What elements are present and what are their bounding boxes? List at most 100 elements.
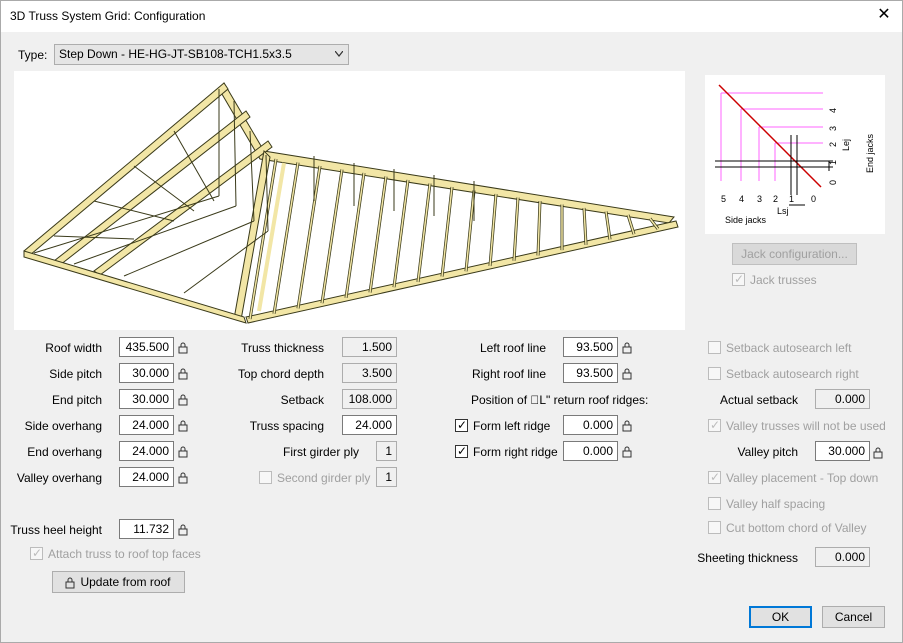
lock-icon[interactable] <box>622 420 632 432</box>
setback-autosearch-left-checkbox[interactable] <box>708 341 721 354</box>
lock-icon[interactable] <box>178 472 188 484</box>
valley-top-down-checkbox[interactable]: ✓ <box>708 470 721 484</box>
lock-icon[interactable] <box>622 446 632 458</box>
second-girder-ply-checkbox[interactable] <box>259 471 272 484</box>
x-tick-5: 5 <box>721 194 726 204</box>
cut-bottom-chord-checkbox[interactable] <box>708 521 721 534</box>
lock-icon[interactable] <box>178 524 188 536</box>
top-chord-depth-label: Top chord depth <box>237 367 324 381</box>
truss-heel-height-label: Truss heel height <box>10 523 102 537</box>
form-right-ridge-checkbox[interactable]: ✓ <box>455 444 468 458</box>
valley-half-spacing-checkbox[interactable] <box>708 497 721 510</box>
lock-icon[interactable] <box>622 368 632 380</box>
end-pitch-label: End pitch <box>51 393 102 407</box>
right-roof-line-field[interactable]: 93.500 <box>563 363 618 383</box>
jack-rafter-fill <box>489 193 497 267</box>
lock-icon[interactable] <box>622 342 632 354</box>
left-roof-line-field[interactable]: 93.500 <box>563 337 618 357</box>
truss-spacing-field[interactable]: 24.000 <box>342 415 397 435</box>
valley-overhang-field[interactable]: 24.000 <box>119 467 174 487</box>
ok-button[interactable]: OK <box>749 606 812 628</box>
end-jacks-label: End jacks <box>865 133 875 173</box>
type-dropdown[interactable]: Step Down - HE-HG-JT-SB108-TCH1.5x3.5 <box>54 44 349 65</box>
x-tick-3: 3 <box>757 194 762 204</box>
jack-rafter-fill <box>441 186 453 277</box>
setback-field: 108.000 <box>342 389 397 409</box>
cancel-button[interactable]: Cancel <box>822 606 885 628</box>
truss-thickness-label: Truss thickness <box>241 341 324 355</box>
top-chord-depth-field: 3.500 <box>342 363 397 383</box>
jack-rafter-fill <box>465 190 475 272</box>
x-tick-1: 1 <box>789 194 794 204</box>
jack-rafter-fill <box>393 179 409 288</box>
valley-overhang-label: Valley overhang <box>16 471 102 485</box>
lock-icon[interactable] <box>178 394 188 406</box>
lock-icon[interactable] <box>178 342 188 354</box>
valley-pitch-field[interactable]: 30.000 <box>815 441 870 461</box>
y-tick-1: 1 <box>828 160 838 165</box>
lock-icon[interactable] <box>873 447 883 459</box>
position-heading: Position of  L" return roof ridges: <box>471 393 649 407</box>
actual-setback-field: 0.000 <box>815 389 870 409</box>
lock-icon[interactable] <box>178 368 188 380</box>
valley-half-spacing-label: Valley half spacing <box>726 497 826 511</box>
valley-pitch-label: Valley pitch <box>737 445 798 459</box>
side-overhang-field[interactable]: 24.000 <box>119 415 174 435</box>
lsj-label: Lsj <box>777 206 789 216</box>
attach-truss-checkbox[interactable]: ✓ <box>30 546 43 560</box>
update-from-roof-button[interactable]: Update from roof <box>52 571 185 593</box>
y-tick-0: 0 <box>828 180 838 185</box>
actual-setback-label: Actual setback <box>719 393 798 407</box>
lock-icon <box>65 577 75 589</box>
jack-rafter-fill <box>417 183 431 282</box>
end-overhang-label: End overhang <box>27 445 102 459</box>
x-tick-4: 4 <box>739 194 744 204</box>
jack-diagram-illustration: 5 4 3 2 1 0 Side jacks Lsj 4 3 2 1 0 Lej… <box>715 84 875 225</box>
left-roof-line-label: Left roof line <box>479 341 546 355</box>
valley-not-used-checkbox[interactable]: ✓ <box>708 418 721 432</box>
truss-thickness-field: 1.500 <box>342 337 397 357</box>
cut-bottom-chord-label: Cut bottom chord of Valley <box>726 521 867 535</box>
truss-heel-height-field[interactable]: 11.732 <box>119 519 174 539</box>
right-roof-line-label: Right roof line <box>471 367 546 381</box>
side-pitch-field[interactable]: 30.000 <box>119 363 174 383</box>
y-tick-4: 4 <box>828 108 838 113</box>
dialog-window: 3D Truss System Grid: Configuration ✕ Ty… <box>0 0 903 643</box>
lock-icon[interactable] <box>178 446 188 458</box>
setback-autosearch-right-label: Setback autosearch right <box>726 367 859 381</box>
attach-truss-label: Attach truss to roof top faces <box>48 547 201 561</box>
sheeting-thickness-label: Sheeting thickness <box>697 551 798 565</box>
roof-width-label: Roof width <box>45 341 102 355</box>
jack-trusses-label: Jack trusses <box>750 273 817 287</box>
valley-not-used-label: Valley trusses will not be used <box>726 419 886 433</box>
end-pitch-field[interactable]: 30.000 <box>119 389 174 409</box>
side-jacks-label: Side jacks <box>725 215 767 225</box>
valley-top-down-label: Valley placement - Top down <box>726 471 879 485</box>
jack-diagram: 5 4 3 2 1 0 Side jacks Lsj 4 3 2 1 0 Lej… <box>705 75 885 234</box>
setback-autosearch-left-label: Setback autosearch left <box>726 341 852 355</box>
close-icon[interactable]: ✕ <box>874 5 894 25</box>
form-left-ridge-field[interactable]: 0.000 <box>563 415 618 435</box>
setback-autosearch-right-checkbox[interactable] <box>708 367 721 380</box>
setback-label: Setback <box>280 393 324 407</box>
form-right-ridge-label: Form right ridge <box>473 445 558 459</box>
update-from-roof-label: Update from roof <box>80 575 171 589</box>
form-left-ridge-checkbox[interactable]: ✓ <box>455 418 468 432</box>
lej-label: Lej <box>841 139 851 151</box>
roof-width-field[interactable]: 435.500 <box>119 337 174 357</box>
jack-rafter-fill <box>345 172 365 298</box>
y-tick-3: 3 <box>828 126 838 131</box>
truss-spacing-label: Truss spacing <box>249 419 324 433</box>
sheeting-thickness-field: 0.000 <box>815 547 870 567</box>
form-right-ridge-field[interactable]: 0.000 <box>563 441 618 461</box>
jack-rafter-fill <box>273 162 299 314</box>
y-tick-2: 2 <box>828 142 838 147</box>
jack-trusses-checkbox[interactable]: ✓ <box>732 272 745 286</box>
lock-icon[interactable] <box>178 420 188 432</box>
form-left-ridge-label: Form left ridge <box>473 419 551 433</box>
end-overhang-field[interactable]: 24.000 <box>119 441 174 461</box>
x-tick-0: 0 <box>811 194 816 204</box>
first-girder-ply-field: 1 <box>376 441 397 461</box>
jack-configuration-button[interactable]: Jack configuration... <box>732 243 857 265</box>
chevron-down-icon <box>335 51 343 57</box>
